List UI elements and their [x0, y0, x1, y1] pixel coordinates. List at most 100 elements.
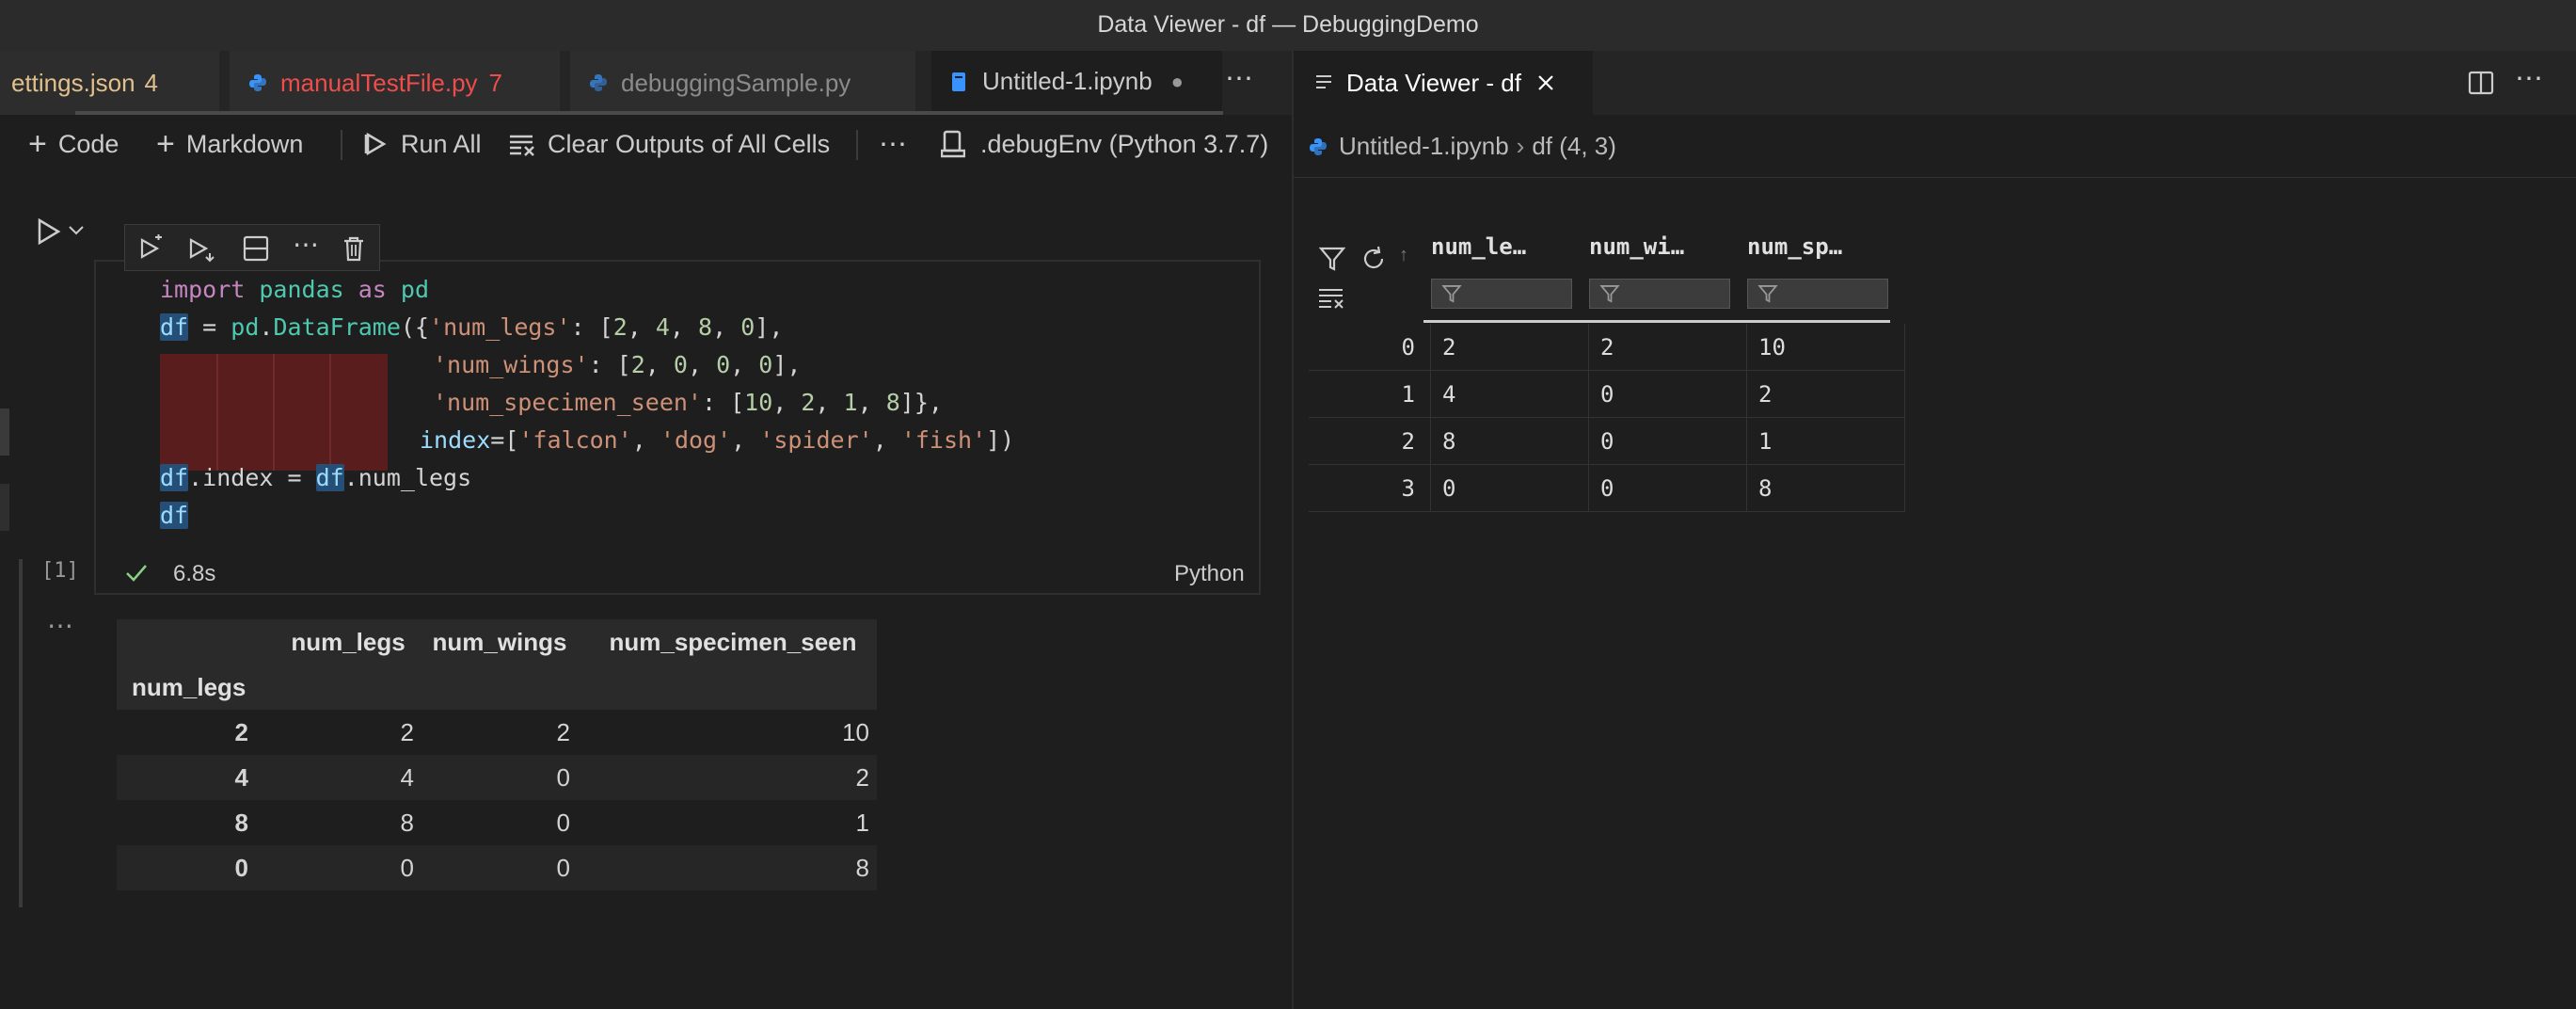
- grid-column-header[interactable]: num_sp…: [1747, 233, 1842, 260]
- cell-toolbar: ⋯: [124, 224, 380, 271]
- output-table-cell: 4: [400, 763, 414, 792]
- code-line-6: df.index = df.num_legs: [160, 464, 472, 491]
- grid-cell[interactable]: 0: [1589, 465, 1747, 512]
- output-row-index: 2: [234, 718, 248, 746]
- output-row-index: 8: [234, 809, 248, 837]
- output-table-cell: 2: [556, 718, 570, 746]
- breadcrumb-file[interactable]: Untitled-1.ipynb: [1339, 132, 1509, 161]
- output-table-cell: 8: [855, 854, 869, 882]
- execution-count: [1]: [41, 559, 79, 583]
- button-label: Clear Outputs of All Cells: [548, 129, 831, 158]
- tab-label: Data Viewer - df: [1346, 68, 1521, 97]
- output-row-index: 4: [234, 763, 248, 792]
- tab-label: Untitled-1.ipynb: [982, 67, 1153, 95]
- header-underline: [1423, 320, 1890, 323]
- grid-row-index: 2: [1309, 418, 1431, 465]
- cell-focus-indicator: [19, 559, 23, 907]
- toolbar-separator: [341, 130, 342, 160]
- code-line-4: 'num_specimen_seen': [10, 2, 1, 8]},: [433, 389, 943, 416]
- problem-count-badge: 4: [144, 68, 158, 97]
- python-file-icon: [1310, 137, 1327, 155]
- notebook-file-icon: [952, 72, 965, 91]
- tab-debugging-sample[interactable]: debuggingSample.py: [570, 51, 916, 115]
- grid-cell[interactable]: 0: [1589, 418, 1747, 465]
- code-line-7: df: [160, 502, 189, 529]
- output-column-header: num_legs: [291, 628, 405, 656]
- grid-cell[interactable]: 2: [1431, 324, 1589, 371]
- run-above-icon[interactable]: [136, 234, 165, 263]
- code-line-5: index=['falcon', 'dog', 'spider', 'fish'…: [420, 426, 1015, 454]
- grid-row-index: 0: [1309, 324, 1431, 371]
- data-grid-header: ↑ num_le… num_wi… num_sp…: [1309, 233, 2250, 324]
- breadcrumb-divider: [1294, 177, 2576, 178]
- cell-language-picker[interactable]: Python: [1174, 561, 1245, 587]
- grid-cell[interactable]: 0: [1431, 465, 1589, 512]
- add-code-cell-button[interactable]: + Code: [28, 115, 119, 173]
- grid-column-header[interactable]: num_wi…: [1589, 233, 1684, 260]
- tab-data-viewer[interactable]: Data Viewer - df: [1294, 51, 1593, 115]
- grid-cell[interactable]: 2: [1589, 324, 1747, 371]
- more-actions-icon[interactable]: ⋯: [879, 115, 907, 173]
- run-all-icon: [364, 132, 387, 156]
- sort-arrow-icon[interactable]: ↑: [1399, 245, 1408, 266]
- column-filter-input[interactable]: [1431, 279, 1572, 309]
- button-label: Markdown: [185, 129, 304, 158]
- filter-icon: [1441, 285, 1462, 303]
- data-viewer-icon: [1316, 75, 1331, 88]
- output-row-index: 0: [234, 854, 248, 882]
- breadcrumb: Untitled-1.ipynb › df (4, 3): [1309, 132, 1616, 161]
- more-actions-icon[interactable]: ⋯: [2515, 62, 2543, 95]
- delete-cell-icon[interactable]: [340, 234, 368, 263]
- diff-highlight-region: [160, 354, 388, 471]
- unsaved-dot-icon[interactable]: ●: [1171, 70, 1184, 94]
- kernel-picker[interactable]: .debugEnv (Python 3.7.7): [941, 115, 1268, 173]
- chevron-down-icon[interactable]: [68, 224, 85, 237]
- output-table-cell: 0: [556, 854, 570, 882]
- output-table-cell: 0: [556, 763, 570, 792]
- more-actions-icon[interactable]: ⋯: [293, 229, 319, 260]
- editor-tab-bar: Data Viewer - df ⋯: [1294, 51, 2576, 115]
- grid-cell[interactable]: 1: [1747, 418, 1905, 465]
- output-table-cell: 2: [400, 718, 414, 746]
- grid-cell[interactable]: 8: [1747, 465, 1905, 512]
- notebook-editor-group: ettings.json 4 manualTestFile.py 7 debug…: [0, 51, 1292, 1009]
- split-cell-icon[interactable]: [242, 234, 270, 263]
- output-column-header: num_specimen_seen: [609, 628, 857, 656]
- grid-cell[interactable]: 10: [1747, 324, 1905, 371]
- grid-column-header[interactable]: num_le…: [1431, 233, 1526, 260]
- output-actions-icon[interactable]: ⋯: [47, 610, 73, 641]
- refresh-icon[interactable]: [1360, 245, 1388, 273]
- run-cell-icon[interactable]: [36, 216, 62, 247]
- more-actions-icon[interactable]: ⋯: [1225, 62, 1253, 95]
- clear-outputs-button[interactable]: Clear Outputs of All Cells: [508, 115, 830, 173]
- run-below-icon[interactable]: [187, 234, 215, 263]
- tab-settings-json[interactable]: ettings.json 4: [0, 51, 220, 115]
- tab-manual-test-file[interactable]: manualTestFile.py 7: [230, 51, 561, 115]
- button-label: Run All: [401, 129, 482, 158]
- code-line-1: import pandas as pd: [160, 276, 430, 303]
- notebook-toolbar: + Code + Markdown Run All Clear Outputs …: [0, 115, 1292, 173]
- breadcrumb-variable[interactable]: df (4, 3): [1532, 132, 1616, 161]
- column-filter-input[interactable]: [1589, 279, 1730, 309]
- tab-label: ettings.json: [11, 68, 135, 97]
- python-file-icon: [249, 74, 266, 91]
- clear-filters-icon[interactable]: [1318, 286, 1346, 311]
- editor-tab-bar: ettings.json 4 manualTestFile.py 7 debug…: [0, 51, 1292, 115]
- column-filter-input[interactable]: [1747, 279, 1888, 309]
- grid-cell[interactable]: 2: [1747, 371, 1905, 418]
- filter-icon[interactable]: [1318, 245, 1346, 273]
- split-editor-icon[interactable]: [2468, 70, 2494, 96]
- tab-untitled-notebook[interactable]: Untitled-1.ipynb ●: [931, 51, 1223, 115]
- grid-cell[interactable]: 8: [1431, 418, 1589, 465]
- close-icon[interactable]: [1536, 73, 1555, 92]
- gutter-marker: [0, 408, 9, 456]
- add-markdown-cell-button[interactable]: + Markdown: [156, 115, 303, 173]
- output-table-cell: 1: [855, 809, 869, 837]
- grid-cell[interactable]: 4: [1431, 371, 1589, 418]
- run-all-button[interactable]: Run All: [363, 115, 482, 173]
- output-table-cell: 2: [855, 763, 869, 792]
- toolbar-separator: [856, 130, 858, 160]
- output-table-cell: 8: [400, 809, 414, 837]
- output-table-cell: 10: [842, 718, 869, 746]
- grid-cell[interactable]: 0: [1589, 371, 1747, 418]
